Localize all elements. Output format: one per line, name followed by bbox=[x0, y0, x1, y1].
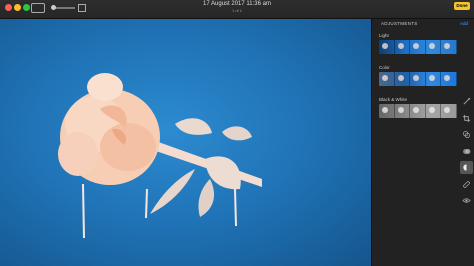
adjustments-heading: ADJUSTMENTS bbox=[381, 21, 418, 26]
photo-title: 17 August 2017 11:36 am bbox=[203, 1, 271, 7]
red-eye-icon[interactable] bbox=[460, 194, 473, 207]
black-white-thumbnail-strip[interactable] bbox=[379, 104, 457, 118]
filters-overlay-icon[interactable] bbox=[460, 145, 473, 158]
color-section: Color bbox=[379, 65, 457, 86]
color-thumbnail[interactable] bbox=[410, 72, 426, 86]
color-thumbnail[interactable] bbox=[441, 72, 457, 86]
photo-canvas[interactable] bbox=[0, 19, 371, 266]
title-bar: 17 August 2017 11:36 am 1 of 1 Done bbox=[0, 0, 474, 19]
adjustments-panel: ADJUSTMENTS Add Light Color Black & Whit… bbox=[371, 19, 474, 266]
bandage-retouch-icon[interactable] bbox=[460, 178, 473, 191]
add-adjustment-button[interactable]: Add bbox=[460, 21, 468, 26]
rose-photo bbox=[58, 73, 262, 239]
filters-icon[interactable] bbox=[460, 128, 473, 141]
color-thumbnail[interactable] bbox=[395, 72, 411, 86]
crop-icon[interactable] bbox=[460, 112, 473, 125]
black-white-section: Black & White bbox=[379, 97, 457, 118]
light-thumbnail[interactable] bbox=[410, 40, 426, 54]
color-thumbnail[interactable] bbox=[426, 72, 442, 86]
black-white-thumbnail[interactable] bbox=[379, 104, 395, 118]
black-white-section-label[interactable]: Black & White bbox=[379, 97, 457, 102]
adjust-icon[interactable] bbox=[460, 161, 473, 174]
black-white-thumbnail[interactable] bbox=[426, 104, 442, 118]
color-thumbnail[interactable] bbox=[379, 72, 395, 86]
light-thumbnail[interactable] bbox=[395, 40, 411, 54]
black-white-thumbnail[interactable] bbox=[395, 104, 411, 118]
light-thumbnail-strip[interactable] bbox=[379, 40, 457, 54]
magic-wand-icon[interactable] bbox=[460, 95, 473, 108]
black-white-thumbnail[interactable] bbox=[441, 104, 457, 118]
done-button[interactable]: Done bbox=[454, 2, 470, 10]
light-thumbnail[interactable] bbox=[441, 40, 457, 54]
photo-count: 1 of 1 bbox=[231, 8, 242, 13]
light-thumbnail[interactable] bbox=[379, 40, 395, 54]
light-section: Light bbox=[379, 33, 457, 54]
black-white-thumbnail[interactable] bbox=[410, 104, 426, 118]
edit-tools-sidebar bbox=[460, 95, 473, 211]
light-thumbnail[interactable] bbox=[426, 40, 442, 54]
color-section-label[interactable]: Color bbox=[379, 65, 457, 70]
color-thumbnail-strip[interactable] bbox=[379, 72, 457, 86]
light-section-label[interactable]: Light bbox=[379, 33, 457, 38]
